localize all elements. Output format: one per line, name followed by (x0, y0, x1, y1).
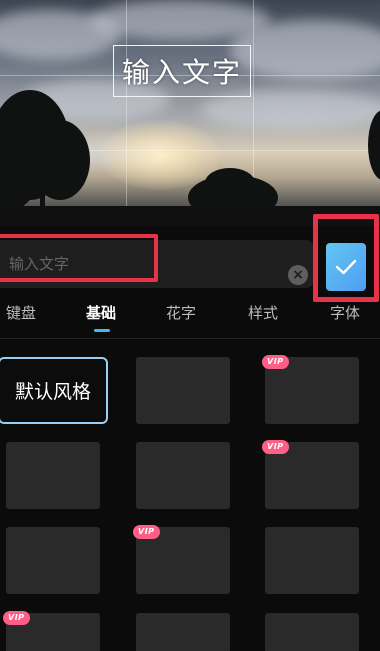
vip-badge: VIP (133, 525, 160, 539)
vip-badge: VIP (262, 440, 289, 454)
style-preset-vip[interactable]: VIP (262, 440, 359, 509)
tab-font[interactable]: 字体 (330, 302, 360, 323)
style-preset[interactable] (265, 527, 359, 594)
close-icon[interactable]: × (288, 265, 308, 285)
vip-badge: VIP (262, 355, 289, 369)
style-preset[interactable] (6, 527, 100, 594)
style-preset-vip[interactable]: VIP (262, 355, 359, 424)
text-editor-panel: × 键盘 基础 花字 样式 字体 默认风格 VIP VIP VIP VIP (0, 214, 380, 651)
text-overlay-box[interactable]: 输入文字 (113, 45, 251, 97)
vip-badge: VIP (3, 611, 30, 625)
video-preview: 输入文字 (0, 0, 380, 226)
style-preset-vip[interactable]: VIP (133, 525, 230, 594)
tab-fancy-text[interactable]: 花字 (166, 302, 196, 323)
style-preset[interactable] (136, 613, 230, 651)
style-default-label: 默认风格 (14, 381, 91, 403)
checkmark-icon (335, 259, 357, 275)
confirm-button[interactable] (326, 243, 366, 291)
style-default[interactable]: 默认风格 (0, 357, 108, 424)
style-preset[interactable] (6, 442, 100, 509)
tab-keyboard[interactable]: 键盘 (6, 302, 36, 323)
tab-basic[interactable]: 基础 (86, 302, 116, 323)
divider (0, 338, 380, 339)
active-tab-indicator (94, 329, 110, 332)
style-preset[interactable] (136, 442, 230, 509)
style-preset[interactable] (265, 613, 359, 651)
text-input[interactable] (0, 240, 250, 288)
style-tabs: 键盘 基础 花字 样式 字体 (0, 298, 380, 334)
style-preset[interactable] (136, 357, 230, 424)
tab-style[interactable]: 样式 (248, 302, 278, 323)
text-input-bar: × (0, 240, 314, 288)
style-preset-vip[interactable]: VIP (3, 611, 100, 651)
text-overlay-content: 输入文字 (121, 56, 242, 89)
